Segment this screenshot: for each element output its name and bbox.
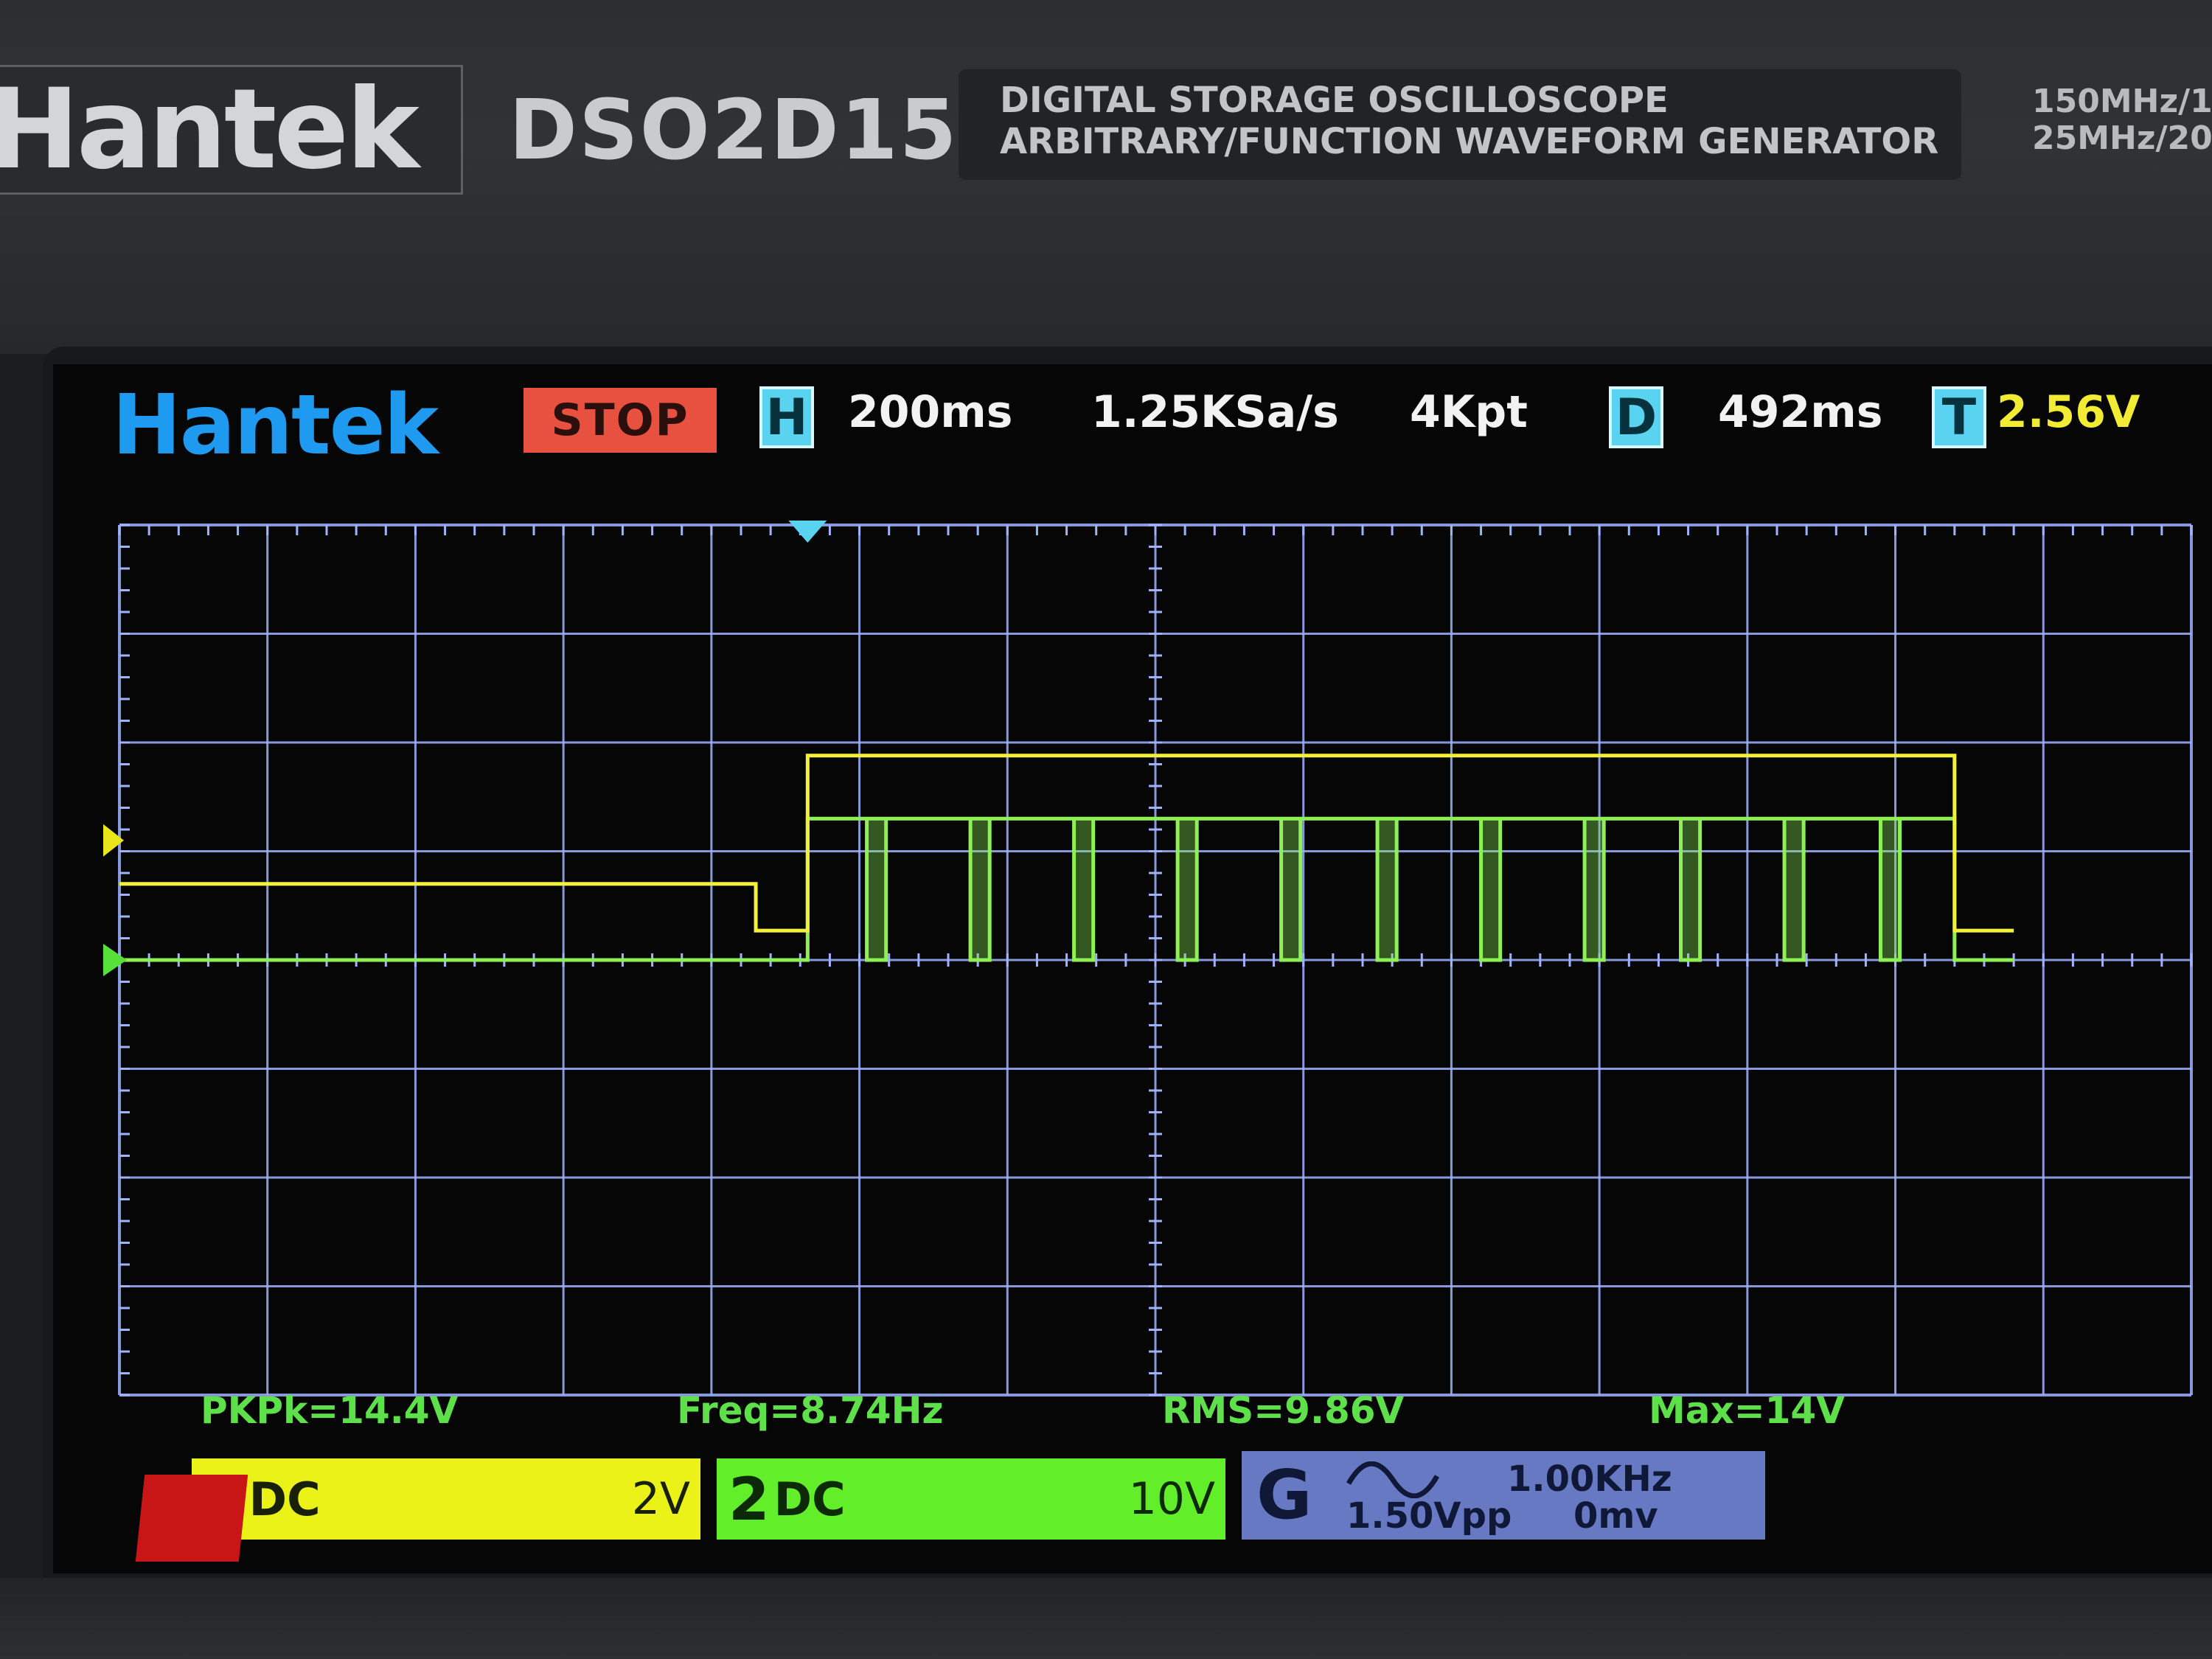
series-channel-1-line bbox=[119, 754, 2014, 933]
device-spec-line-2: 25MHz/20 bbox=[2032, 119, 2212, 157]
channel-2-pulse-fill bbox=[1680, 818, 1700, 960]
channel-1-coupling: DC bbox=[248, 1472, 321, 1526]
generator-letter: G bbox=[1256, 1455, 1312, 1534]
waveform-display[interactable] bbox=[53, 451, 2212, 1425]
channel-2-pulse-fill bbox=[1281, 818, 1301, 960]
channel-2-number: 2 bbox=[728, 1464, 770, 1534]
oscilloscope-screen: Hantek STOP H 200ms 1.25KSa/s 4Kpt D 492… bbox=[53, 364, 2212, 1573]
generator-frequency: 1.00KHz bbox=[1507, 1458, 1672, 1500]
channel-2-pulse-fill bbox=[1074, 818, 1093, 960]
channel-2-pulse-fill bbox=[1178, 818, 1197, 960]
device-top-panel: Hantek DSO2D15 DIGITAL STORAGE OSCILLOSC… bbox=[0, 0, 2212, 354]
timebase-icon: H bbox=[759, 386, 814, 448]
trigger-icon: T bbox=[1932, 386, 1986, 448]
corner-highlight bbox=[135, 1475, 248, 1562]
measurement-freq: Freq=8.74Hz bbox=[677, 1389, 944, 1432]
generator-amplitude: 1.50Vpp bbox=[1346, 1495, 1512, 1537]
generator-panel[interactable]: G 1.00KHz 1.50Vpp 0mv bbox=[1242, 1451, 1765, 1540]
channel-1-panel[interactable]: 1 DC 2V bbox=[192, 1458, 700, 1540]
delay-icon: D bbox=[1609, 386, 1663, 448]
channel-1-scale: 2V bbox=[631, 1473, 690, 1525]
channel-2-pulse-fill bbox=[1880, 818, 1900, 960]
trigger-level[interactable]: 2.56V bbox=[1997, 386, 2140, 438]
channel-2-pulse-fill bbox=[1481, 818, 1500, 960]
device-brand-logo: Hantek bbox=[0, 66, 420, 194]
run-stop-badge[interactable]: STOP bbox=[524, 388, 717, 453]
channel-2-panel[interactable]: 2 DC 10V bbox=[717, 1458, 1225, 1540]
measurement-max: Max=14V bbox=[1649, 1389, 1845, 1432]
timebase-value[interactable]: 200ms bbox=[848, 386, 1012, 438]
device-spec-line-1: 150MHz/1 bbox=[2032, 83, 2212, 120]
channel-2-pulse-fill bbox=[970, 818, 990, 960]
trigger-position-marker bbox=[788, 521, 827, 543]
generator-offset: 0mv bbox=[1573, 1495, 1658, 1537]
channel-2-coupling: DC bbox=[773, 1472, 846, 1526]
channel-2-pulse-fill bbox=[1784, 818, 1804, 960]
channel-2-pulse-fill bbox=[1377, 818, 1397, 960]
sine-wave-icon bbox=[1346, 1461, 1440, 1498]
waveform-plot[interactable] bbox=[53, 451, 2212, 1425]
channel-2-scale: 10V bbox=[1128, 1473, 1215, 1525]
measurement-rms: RMS=9.86V bbox=[1162, 1389, 1405, 1432]
channel-2-ground-marker bbox=[103, 944, 127, 976]
device-description-line-2: ARBITRARY/FUNCTION WAVEFORM GENERATOR bbox=[1000, 121, 1939, 162]
status-bar: Hantek STOP H 200ms 1.25KSa/s 4Kpt D 492… bbox=[53, 364, 2212, 473]
channel-2-pulse-fill bbox=[1585, 818, 1604, 960]
device-description: DIGITAL STORAGE OSCILLOSCOPE ARBITRARY/F… bbox=[959, 69, 1961, 180]
sample-rate: 1.25KSa/s bbox=[1091, 386, 1339, 438]
series-channel-2-line bbox=[119, 816, 2014, 962]
measurement-pkpk: PKPk=14.4V bbox=[201, 1389, 459, 1432]
memory-depth: 4Kpt bbox=[1410, 386, 1528, 438]
device-description-line-1: DIGITAL STORAGE OSCILLOSCOPE bbox=[1000, 80, 1669, 121]
delay-value[interactable]: 492ms bbox=[1718, 386, 1882, 438]
channel-2-pulse-fill bbox=[866, 818, 886, 960]
device-model: DSO2D15 bbox=[509, 83, 959, 178]
device-bottom-panel bbox=[0, 1578, 2212, 1659]
device-logo-plate: Hantek bbox=[0, 65, 463, 195]
